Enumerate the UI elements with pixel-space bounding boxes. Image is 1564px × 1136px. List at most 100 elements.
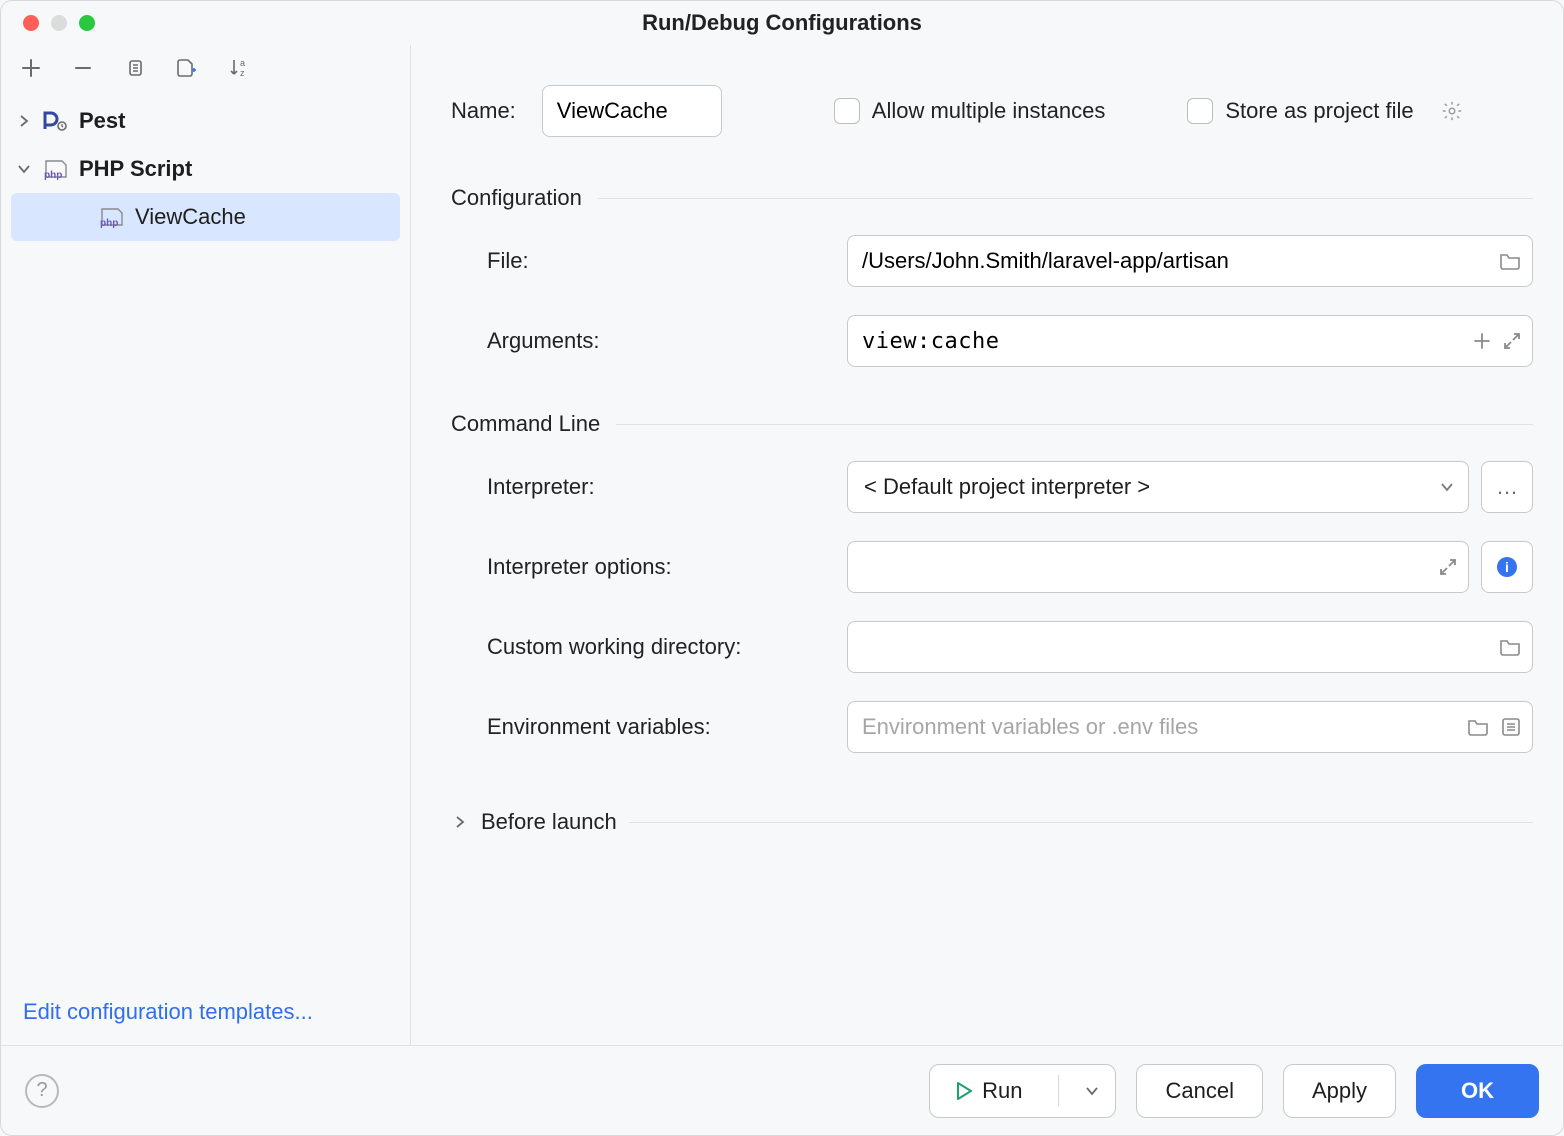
arguments-input[interactable] [847,315,1533,367]
interpreter-browse-button[interactable]: … [1481,461,1533,513]
store-project-file-checkbox[interactable]: Store as project file [1187,98,1413,124]
before-launch-section[interactable]: Before launch [451,809,1533,835]
env-input[interactable] [847,701,1533,753]
allow-multiple-label: Allow multiple instances [872,98,1106,124]
run-label: Run [982,1078,1022,1104]
section-divider [629,822,1533,823]
window-controls [23,15,95,31]
chevron-down-icon [15,163,33,175]
tree-node-label: Pest [79,108,125,134]
chevron-right-icon [451,816,469,828]
run-button[interactable]: Run [930,1065,1048,1117]
interpreter-row: < Default project interpreter > … [847,461,1533,513]
window-title: Run/Debug Configurations [1,10,1563,36]
file-input-wrap [847,235,1533,287]
browse-folder-icon[interactable] [1499,637,1521,657]
tree-node-viewcache[interactable]: php ViewCache [11,193,400,241]
svg-text:z: z [240,68,245,78]
configuration-tree: Pest php PHP Script php View [1,91,410,979]
browse-folder-icon[interactable] [1467,717,1489,737]
configuration-section-header: Configuration [451,185,1533,211]
cwd-input-wrap [847,621,1533,673]
arguments-input-wrap [847,315,1533,367]
env-label: Environment variables: [487,714,847,740]
copy-configuration-button[interactable] [123,56,147,80]
sort-alpha-button[interactable]: az [227,56,251,80]
browse-folder-icon[interactable] [1499,251,1521,271]
tree-node-label: ViewCache [135,204,246,230]
body: az Pest ph [1,45,1563,1045]
ok-button[interactable]: OK [1416,1064,1539,1118]
interpreter-options-row: i [847,541,1533,593]
add-configuration-button[interactable] [19,56,43,80]
commandline-section-header: Command Line [451,411,1533,437]
expand-icon[interactable] [1503,332,1521,350]
sidebar: az Pest ph [1,45,411,1045]
before-launch-label: Before launch [481,809,617,835]
tree-node-php-script[interactable]: php PHP Script [1,145,410,193]
pest-icon [41,111,71,131]
svg-text:php: php [100,218,118,228]
run-debug-config-window: Run/Debug Configurations az [0,0,1564,1136]
interpreter-value: < Default project interpreter > [864,474,1150,500]
interpreter-label: Interpreter: [487,474,847,500]
cancel-button[interactable]: Cancel [1136,1064,1262,1118]
expand-icon[interactable] [1439,558,1457,576]
env-input-wrap [847,701,1533,753]
svg-text:a: a [240,58,245,68]
file-label: File: [487,248,847,274]
php-script-icon: php [97,206,127,228]
chevron-down-icon [1440,480,1454,494]
save-configuration-button[interactable] [175,56,199,80]
file-input[interactable] [847,235,1533,287]
name-input[interactable] [542,85,722,137]
php-script-icon: php [41,158,71,180]
checkbox-box [834,98,860,124]
zoom-window-button[interactable] [79,15,95,31]
name-row: Name: Allow multiple instances Store as … [451,85,1533,137]
checkbox-box [1187,98,1213,124]
name-label: Name: [451,98,516,124]
run-split-button[interactable]: Run [929,1064,1116,1118]
commandline-grid: Interpreter: < Default project interpret… [487,461,1533,753]
help-button[interactable]: ? [25,1074,59,1108]
sidebar-toolbar: az [1,45,410,91]
gear-icon[interactable] [1440,99,1464,123]
cwd-input[interactable] [847,621,1533,673]
section-divider [598,198,1533,199]
edit-templates-link[interactable]: Edit configuration templates... [23,999,313,1024]
allow-multiple-checkbox[interactable]: Allow multiple instances [834,98,1106,124]
split-divider [1058,1075,1059,1106]
ok-label: OK [1461,1078,1494,1104]
minimize-window-button[interactable] [51,15,67,31]
apply-button[interactable]: Apply [1283,1064,1396,1118]
section-title: Configuration [451,185,582,211]
sidebar-footer: Edit configuration templates... [1,979,410,1045]
svg-text:php: php [44,170,62,180]
info-button[interactable]: i [1481,541,1533,593]
run-dropdown-button[interactable] [1069,1065,1115,1117]
configuration-grid: File: Arguments: [487,235,1533,367]
chevron-right-icon [15,115,33,127]
close-window-button[interactable] [23,15,39,31]
play-icon [956,1082,972,1100]
main-panel: Name: Allow multiple instances Store as … [411,45,1563,1045]
add-icon[interactable] [1473,332,1491,350]
section-title: Command Line [451,411,600,437]
titlebar: Run/Debug Configurations [1,1,1563,45]
list-icon[interactable] [1501,717,1521,737]
tree-node-pest[interactable]: Pest [1,97,410,145]
cancel-label: Cancel [1165,1078,1233,1104]
cwd-label: Custom working directory: [487,634,847,660]
apply-label: Apply [1312,1078,1367,1104]
dialog-footer: ? Run Cancel Apply OK [1,1045,1563,1135]
interpreter-options-label: Interpreter options: [487,554,847,580]
svg-text:i: i [1505,559,1509,575]
arguments-label: Arguments: [487,328,847,354]
section-divider [616,424,1533,425]
store-project-file-label: Store as project file [1225,98,1413,124]
interpreter-select[interactable]: < Default project interpreter > [847,461,1469,513]
remove-configuration-button[interactable] [71,56,95,80]
tree-node-label: PHP Script [79,156,192,182]
interpreter-options-input[interactable] [847,541,1469,593]
